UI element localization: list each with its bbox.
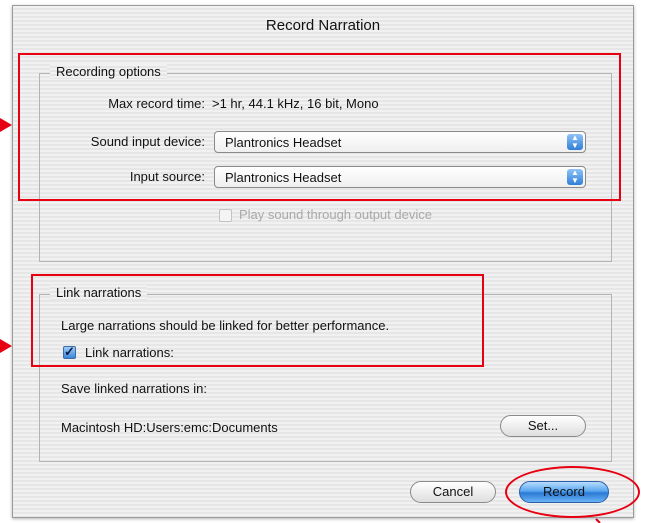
- play-through-checkbox[interactable]: [219, 209, 232, 222]
- annotation-recording-options-box: [18, 53, 621, 201]
- save-path: Macintosh HD:Users:emc:Documents: [61, 420, 278, 435]
- play-through-label: Play sound through output device: [239, 207, 432, 222]
- annotation-arrow-icon: [0, 118, 12, 132]
- save-linked-label: Save linked narrations in:: [61, 381, 207, 396]
- set-button[interactable]: Set...: [500, 415, 586, 437]
- annotation-tick: [595, 518, 601, 523]
- cancel-button[interactable]: Cancel: [410, 481, 496, 503]
- annotation-link-narrations-box: [31, 274, 484, 367]
- annotation-arrow-icon: [0, 339, 12, 353]
- window-title: Record Narration: [265, 17, 381, 34]
- annotation-record-ellipse: [505, 466, 640, 518]
